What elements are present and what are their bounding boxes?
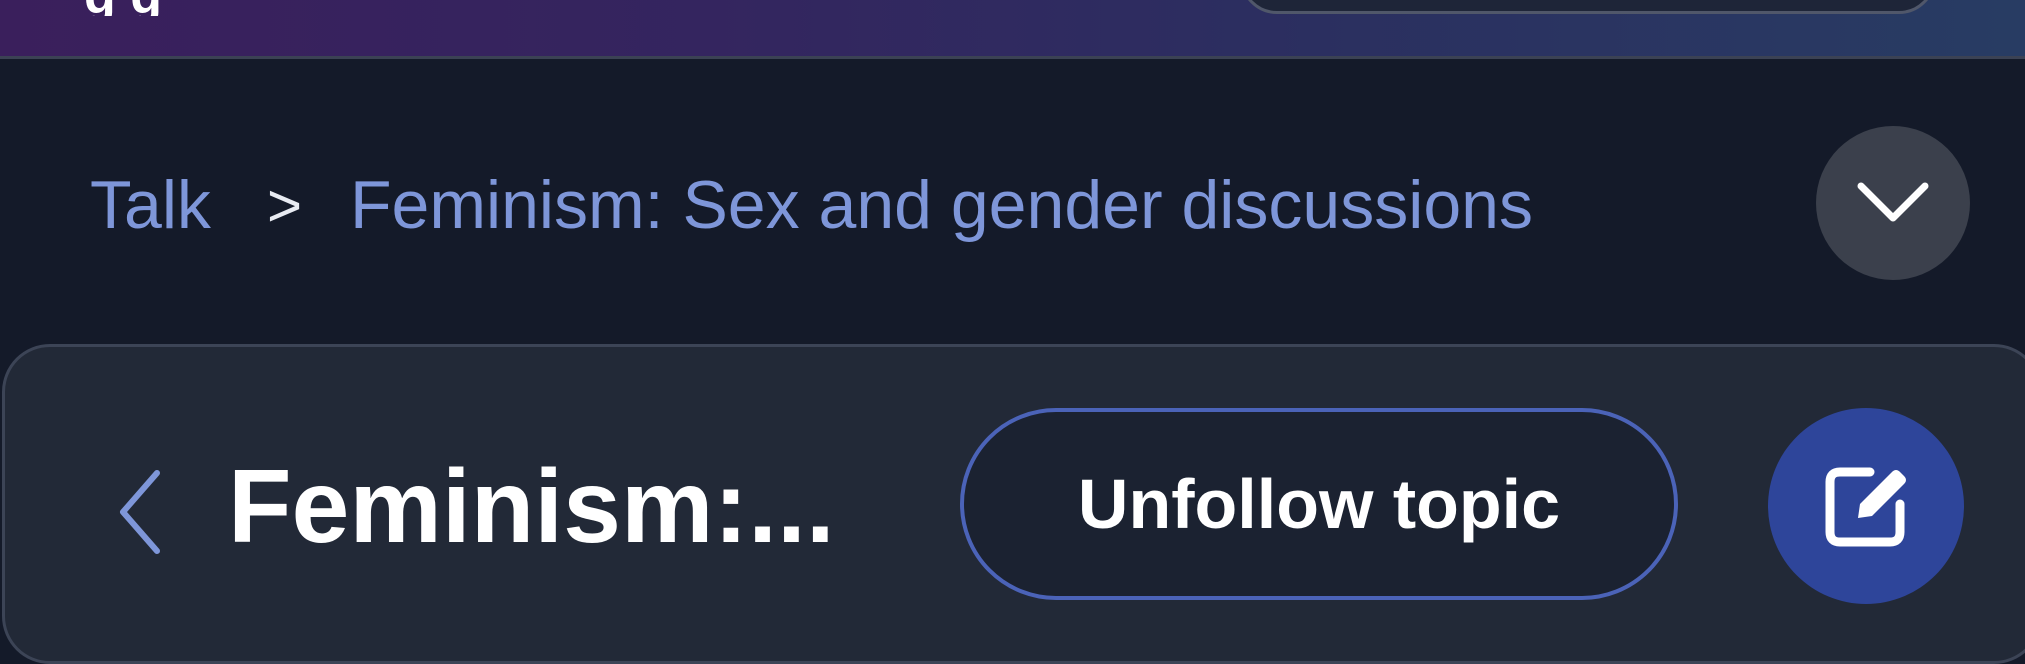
- breadcrumb-item-topic[interactable]: Feminism: Sex and gender discussions: [350, 166, 1533, 244]
- header-title: g g: [84, 0, 314, 16]
- edit-icon: [1825, 467, 1906, 547]
- back-button[interactable]: [110, 464, 170, 560]
- page-title: Feminism:...: [228, 449, 835, 565]
- breadcrumb-separator: >: [266, 171, 302, 239]
- breadcrumb: Talk > Feminism: Sex and gender discussi…: [90, 160, 1533, 250]
- chevron-down-icon: [1857, 182, 1929, 222]
- header-search-field[interactable]: [1240, 0, 1936, 14]
- top-header: g g: [0, 0, 2025, 59]
- breadcrumb-expand-button[interactable]: [1816, 126, 1970, 280]
- new-post-button[interactable]: [1768, 408, 1964, 604]
- unfollow-topic-button[interactable]: Unfollow topic: [960, 408, 1678, 600]
- chevron-left-icon: [120, 470, 160, 554]
- breadcrumb-item-talk[interactable]: Talk: [90, 166, 211, 244]
